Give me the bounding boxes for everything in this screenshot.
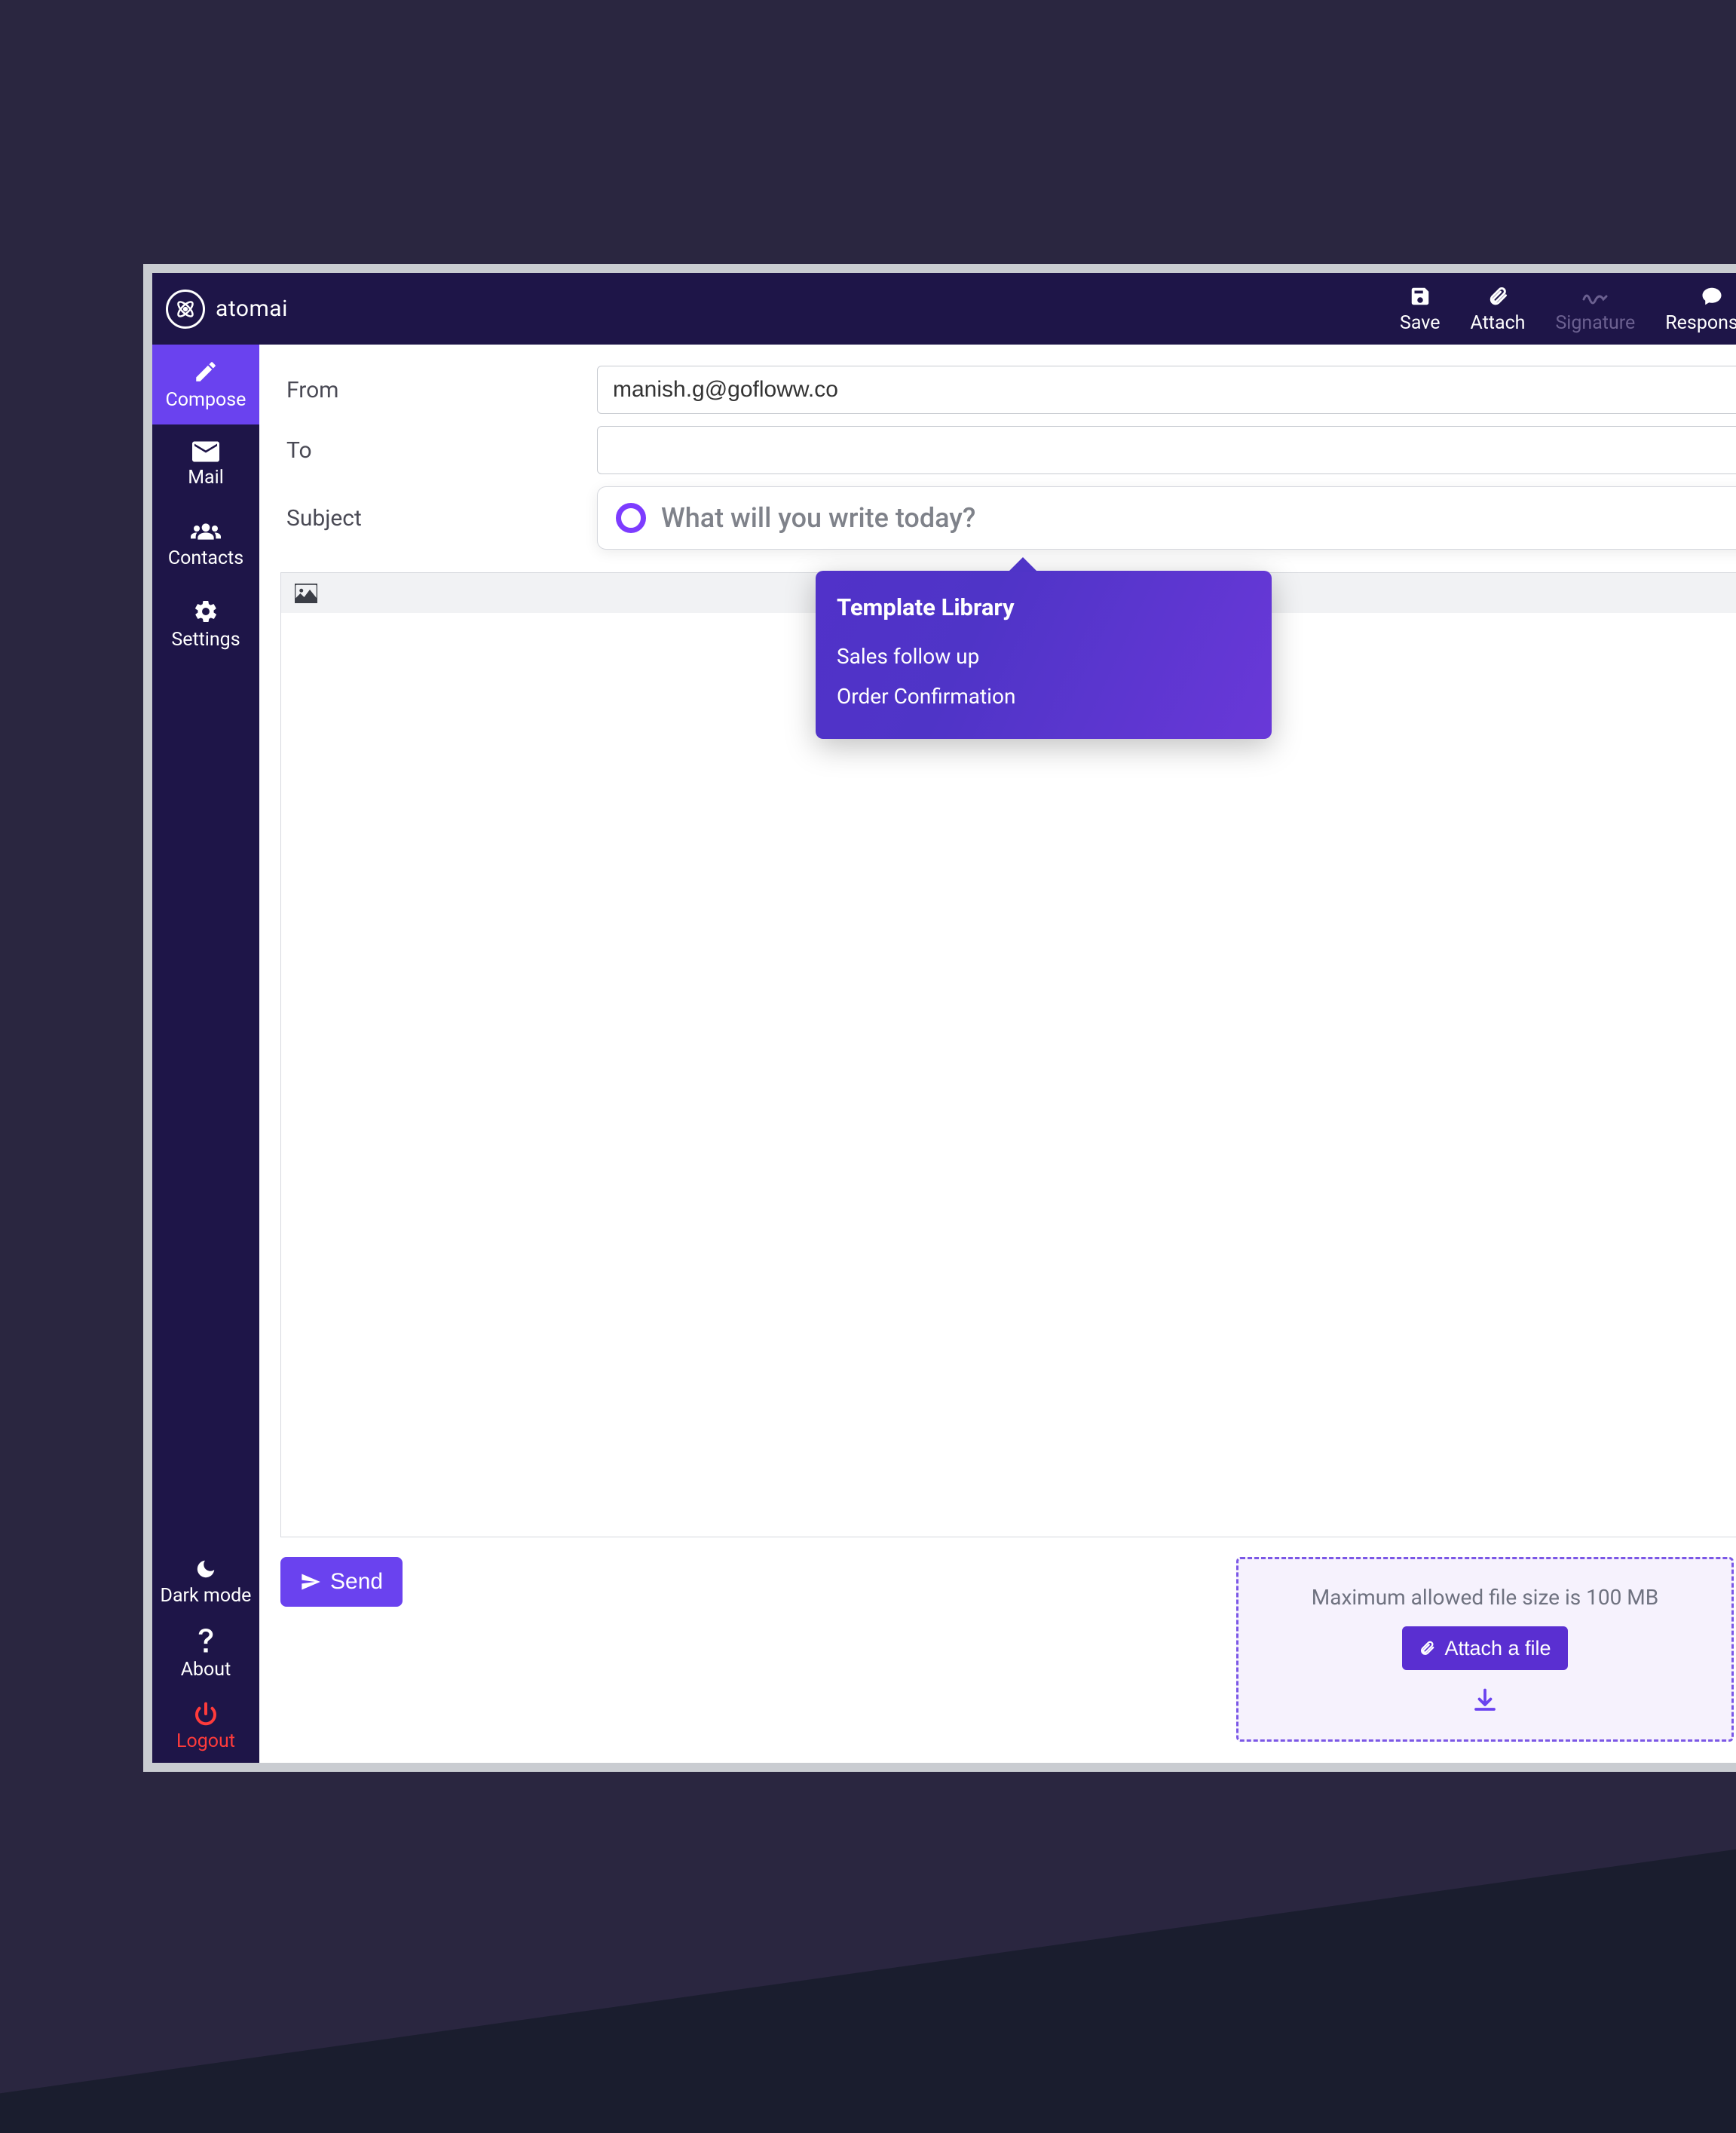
subject-input[interactable]: What will you write today? bbox=[597, 486, 1736, 550]
subject-placeholder: What will you write today? bbox=[661, 502, 975, 534]
sidebar-item-about[interactable]: About bbox=[152, 1618, 259, 1690]
attach-file-button[interactable]: Attach a file bbox=[1402, 1626, 1567, 1670]
signature-button[interactable]: Signature bbox=[1555, 283, 1635, 334]
responses-label: Responses bbox=[1665, 312, 1736, 334]
app-window: atomai Save Attach bbox=[143, 264, 1736, 1772]
to-label: To bbox=[280, 437, 597, 464]
contacts-icon bbox=[191, 520, 221, 543]
send-label: Send bbox=[330, 1569, 383, 1595]
sidebar-label: Settings bbox=[171, 629, 240, 651]
email-body-editor[interactable] bbox=[280, 613, 1736, 1537]
image-icon[interactable] bbox=[295, 584, 317, 603]
chat-icon bbox=[1701, 283, 1723, 309]
dropdown-title: Template Library bbox=[837, 593, 1251, 621]
sidebar-item-dark-mode[interactable]: Dark mode bbox=[152, 1546, 259, 1618]
subject-label: Subject bbox=[280, 505, 597, 532]
template-library-dropdown: Template Library Sales follow up Order C… bbox=[816, 571, 1272, 739]
save-button[interactable]: Save bbox=[1400, 283, 1440, 334]
paperclip-icon bbox=[1419, 1640, 1435, 1656]
send-button[interactable]: Send bbox=[280, 1557, 403, 1607]
sidebar-label: Contacts bbox=[168, 547, 243, 569]
topbar: atomai Save Attach bbox=[152, 273, 1736, 345]
sidebar-label: Mail bbox=[188, 467, 224, 489]
template-item-sales-follow-up[interactable]: Sales follow up bbox=[837, 636, 1251, 676]
sidebar-item-logout[interactable]: Logout bbox=[152, 1690, 259, 1763]
save-icon bbox=[1409, 283, 1431, 309]
sidebar-item-mail[interactable]: Mail bbox=[152, 424, 259, 504]
template-item-order-confirmation[interactable]: Order Confirmation bbox=[837, 676, 1251, 716]
sidebar-item-compose[interactable]: Compose bbox=[152, 345, 259, 424]
mail-icon bbox=[192, 441, 219, 462]
attach-dropzone[interactable]: Maximum allowed file size is 100 MB Atta… bbox=[1236, 1557, 1734, 1742]
signature-icon bbox=[1582, 283, 1608, 309]
brand: atomai bbox=[166, 290, 288, 329]
power-icon bbox=[194, 1702, 218, 1726]
ai-orb-icon bbox=[616, 503, 646, 533]
question-icon bbox=[197, 1629, 214, 1654]
logo-icon bbox=[166, 290, 205, 329]
moon-icon bbox=[194, 1558, 217, 1580]
signature-label: Signature bbox=[1555, 312, 1635, 334]
sidebar-label: Dark mode bbox=[161, 1585, 252, 1607]
paperclip-icon bbox=[1487, 283, 1508, 309]
attach-label: Attach bbox=[1471, 312, 1526, 334]
sidebar-label: Logout bbox=[176, 1730, 235, 1752]
compose-area: From To Subject What will you write toda… bbox=[259, 345, 1736, 1763]
attach-file-label: Attach a file bbox=[1444, 1637, 1551, 1660]
sidebar-label: About bbox=[181, 1659, 231, 1681]
save-label: Save bbox=[1400, 312, 1440, 334]
attach-hint: Maximum allowed file size is 100 MB bbox=[1312, 1585, 1658, 1610]
attach-button[interactable]: Attach bbox=[1471, 283, 1526, 334]
gear-icon bbox=[193, 599, 219, 624]
responses-button[interactable]: Responses bbox=[1665, 283, 1736, 334]
from-label: From bbox=[280, 377, 597, 403]
sidebar-item-contacts[interactable]: Contacts bbox=[152, 504, 259, 584]
download-icon bbox=[1471, 1687, 1499, 1714]
to-input[interactable] bbox=[597, 426, 1736, 474]
sidebar-item-settings[interactable]: Settings bbox=[152, 584, 259, 664]
brand-name: atomai bbox=[216, 296, 288, 322]
sidebar: Compose Mail Contacts bbox=[152, 345, 259, 1763]
send-icon bbox=[300, 1571, 321, 1592]
sidebar-label: Compose bbox=[166, 389, 246, 411]
from-input[interactable] bbox=[597, 366, 1736, 414]
compose-icon bbox=[193, 359, 219, 385]
